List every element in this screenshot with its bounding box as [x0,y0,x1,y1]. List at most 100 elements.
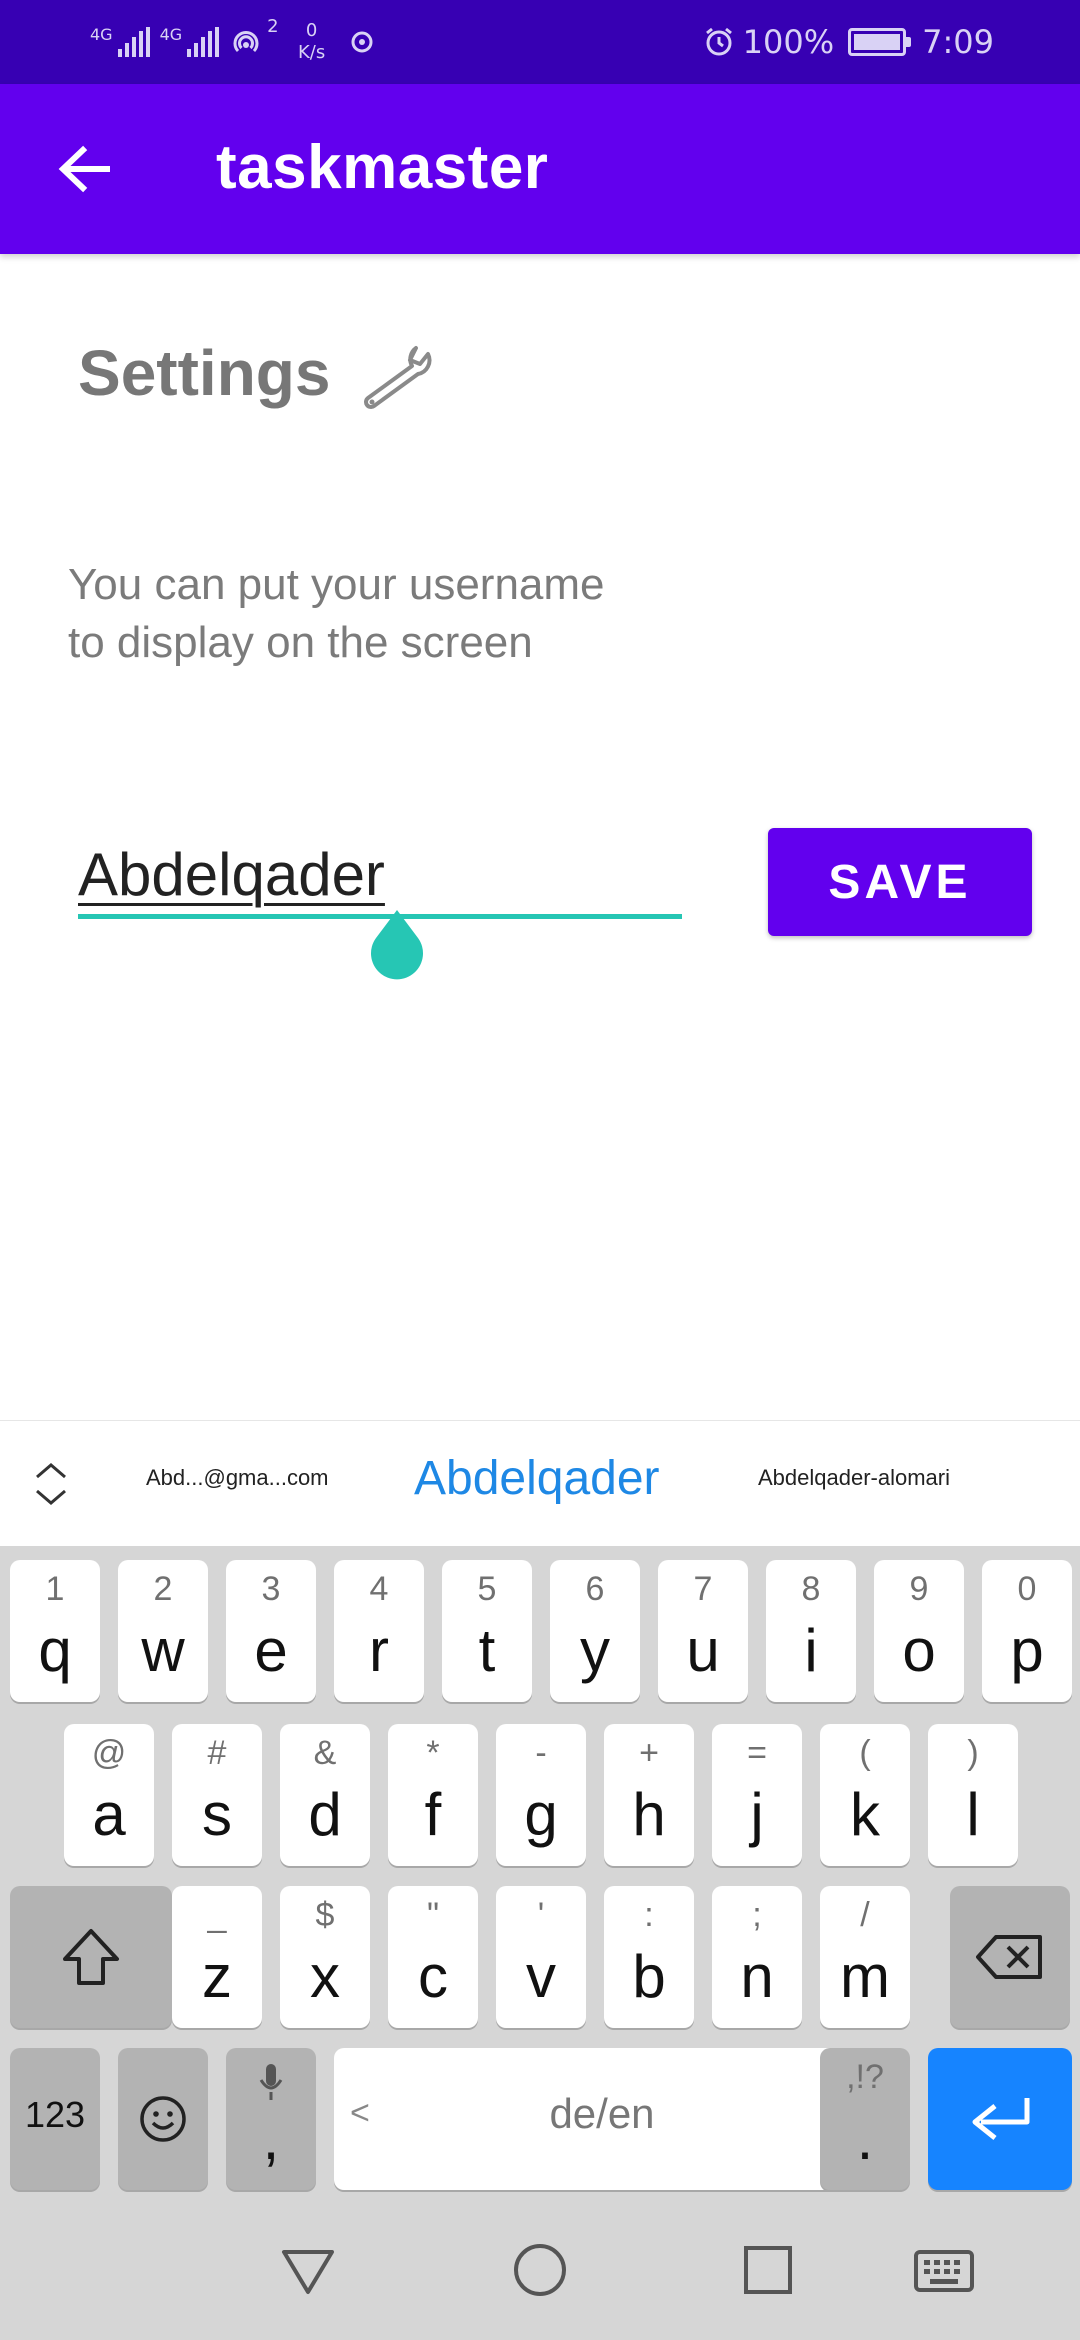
suggestion-3[interactable]: Abdelqader-alomari [758,1465,950,1491]
key-m[interactable]: / m [820,1886,910,2028]
app-title: taskmaster [216,133,549,202]
key-alt: ( [859,1734,871,1772]
key-j[interactable]: = j [712,1724,802,1866]
speed-value: 0 [305,20,318,41]
numbers-key[interactable]: 123 [10,2048,100,2190]
key-k[interactable]: (k [820,1724,910,1866]
network-type-1: 4G [90,25,113,44]
signal-1: 4G [90,27,150,57]
emoji-icon [140,2096,186,2142]
app-bar: taskmaster [0,84,1080,254]
key-alt: 5 [477,1570,497,1608]
space-key[interactable]: < de/en > [334,2048,870,2190]
suggestion-2[interactable]: Abdelqader [414,1451,660,1506]
key-alt: 8 [801,1570,821,1608]
speed-unit: K/s [297,42,326,63]
status-left: 4G 4G 2 0 K/s [90,16,379,68]
suggestion-1[interactable]: Abd...@gma...com [146,1465,329,1491]
key-label: p [1010,1617,1044,1684]
key-label: m [840,1943,890,2010]
hotspot-count: 2 [267,16,279,37]
key-label: a [92,1781,126,1848]
shift-key[interactable] [10,1886,172,2028]
key-alt: 6 [585,1570,605,1608]
key-alt: 2 [153,1570,173,1608]
key-v[interactable]: ' v [496,1886,586,2028]
key-label: g [524,1781,558,1848]
signal-2: 4G [160,27,220,57]
key-label: b [632,1943,666,2010]
wifi-signal-icon [351,31,373,53]
status-right: 100% 7:09 [703,18,994,66]
enter-icon [972,2098,1030,2140]
enter-key[interactable] [928,2048,1072,2190]
key-a[interactable]: @ a [64,1724,154,1866]
key-p[interactable]: 0p [982,1560,1072,1702]
key-alt: & [313,1734,337,1772]
username-input-value: Abdelqader [78,841,385,908]
key-n[interactable]: ; n [712,1886,802,2028]
screen: 4G 4G 2 0 K/s 100% 7:09 taskmaster Setti… [0,0,1080,2340]
key-label: c [418,1943,448,2010]
text-cursor-handle[interactable] [366,908,428,982]
nav-recents-icon[interactable] [736,2238,800,2302]
nav-back-icon[interactable] [276,2238,340,2302]
emoji-key[interactable] [118,2048,208,2190]
key-c[interactable]: " c [388,1886,478,2028]
key-label: d [308,1781,342,1848]
key-h[interactable]: + h [604,1724,694,1866]
expand-toolbar-icon[interactable] [28,1457,74,1511]
description-line-1: You can put your username [68,560,605,609]
key-label: l [966,1781,980,1848]
save-button[interactable]: SAVE [768,828,1032,936]
key-s[interactable]: # s [172,1724,262,1866]
key-alt: ; [752,1896,762,1934]
back-button[interactable] [44,124,124,214]
key-label: 123 [24,2094,86,2135]
key-label: n [740,1943,774,2010]
key-alt: " [426,1896,440,1934]
key-q[interactable]: 1q [10,1560,100,1702]
key-alt: 3 [261,1570,281,1608]
key-label: e [254,1617,288,1684]
key-b[interactable]: :b [604,1886,694,2028]
key-alt: 0 [1017,1570,1037,1608]
key-x[interactable]: $ x [280,1886,370,2028]
key-d[interactable]: & d [280,1724,370,1866]
key-r[interactable]: 4r [334,1560,424,1702]
comma-key[interactable]: , [226,2048,316,2190]
key-label: r [369,1617,389,1684]
key-label: z [202,1943,232,2010]
key-t[interactable]: 5t [442,1560,532,1702]
key-f[interactable]: * f [388,1724,478,1866]
key-alt: : [644,1896,654,1934]
key-label: w [141,1617,185,1684]
key-label: y [580,1617,610,1684]
backspace-icon [976,1935,1042,1979]
keyboard-hide-icon[interactable] [912,2238,976,2302]
key-w[interactable]: 2w [118,1560,208,1702]
page-title: Settings [78,337,331,409]
key-label: i [804,1617,818,1684]
key-y[interactable]: 6y [550,1560,640,1702]
key-g[interactable]: -g [496,1724,586,1866]
key-z[interactable]: _ z [172,1886,262,2028]
backspace-key[interactable] [950,1886,1070,2028]
signal-bars-icon [187,27,220,57]
alarm-icon [705,27,732,56]
settings-description: You can put your username to display on … [68,556,748,672]
clock: 7:09 [922,23,994,61]
key-label: u [686,1617,720,1684]
key-u[interactable]: 7u [658,1560,748,1702]
period-key[interactable]: ,!?. [820,2048,910,2190]
key-i[interactable]: 8i [766,1560,856,1702]
arrow-left-icon [58,145,110,193]
key-label: j [750,1781,764,1848]
network-type-2: 4G [159,25,183,44]
key-e[interactable]: 3e [226,1560,316,1702]
key-alt: _ [207,1896,227,1934]
description-line-2: to display on the screen [68,618,533,667]
key-l[interactable]: ) l [928,1724,1018,1866]
key-o[interactable]: 9o [874,1560,964,1702]
nav-home-icon[interactable] [508,2238,572,2302]
